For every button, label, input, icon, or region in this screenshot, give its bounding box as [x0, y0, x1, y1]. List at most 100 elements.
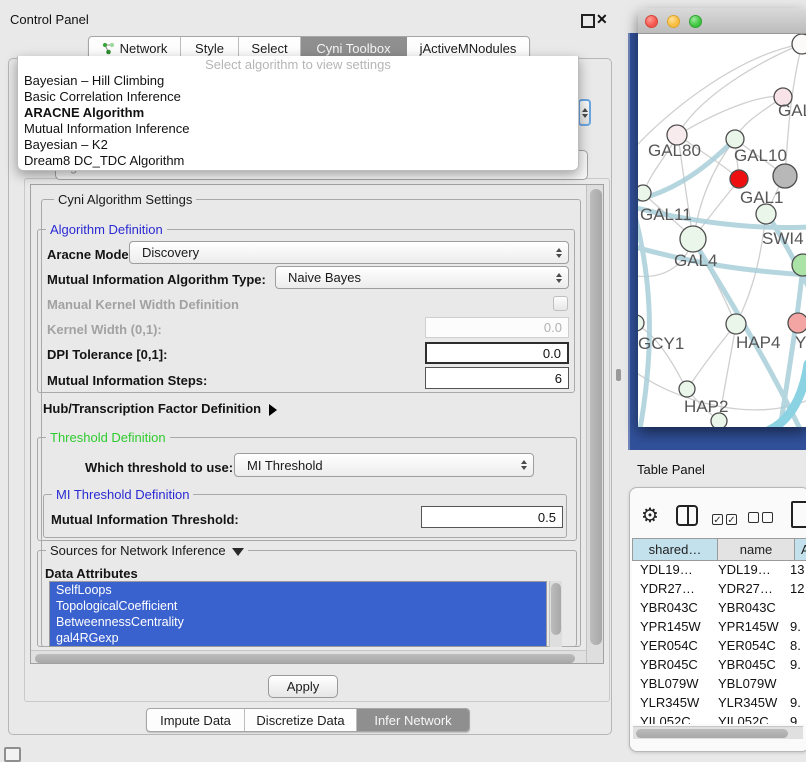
node-gal4[interactable]	[680, 226, 706, 252]
apply-button[interactable]: Apply	[268, 675, 338, 698]
svg-text:GAL: GAL	[778, 101, 806, 120]
horizontal-scrollbar[interactable]	[31, 650, 586, 664]
svg-text:GCY1: GCY1	[638, 334, 684, 353]
mi-threshold-field[interactable]	[421, 506, 563, 528]
kernel-width-label: Kernel Width (0,1):	[47, 322, 162, 337]
group-title: MI Threshold Definition	[52, 487, 193, 502]
dropdown-item[interactable]: Bayesian – K2	[18, 137, 578, 153]
zoom-traffic-light[interactable]	[689, 15, 702, 28]
table-scrollbar-thumb[interactable]	[636, 729, 788, 738]
tab-discretize-data[interactable]: Discretize Data	[245, 709, 357, 731]
column-header-shared-name[interactable]: shared…	[632, 538, 718, 561]
table-body: YDL19…YDL19…13 YDR27…YDR27…12 YBR043CYBR…	[632, 561, 806, 724]
mi-type-label: Mutual Information Algorithm Type:	[47, 272, 266, 287]
group-title: Algorithm Definition	[46, 222, 167, 237]
combo-stepper-icon	[556, 273, 562, 283]
node-gal11[interactable]	[638, 185, 651, 201]
close-panel-icon[interactable]: ✕	[596, 12, 608, 26]
network-graph: GAL GAL80 GAL10 GAL1 GAL11 SWI4 GAL4 GCY…	[638, 34, 806, 427]
network-window-titlebar[interactable]	[638, 8, 806, 34]
aracne-mode-combobox[interactable]: Discovery	[129, 241, 569, 264]
mi-steps-label: Mutual Information Steps:	[47, 373, 207, 388]
node-salmon[interactable]	[788, 313, 806, 333]
mi-steps-field[interactable]	[425, 367, 569, 389]
network-window: GAL GAL80 GAL10 GAL1 GAL11 SWI4 GAL4 GCY…	[638, 8, 806, 427]
list-scrollbar[interactable]	[549, 581, 562, 647]
table-row[interactable]: YDL19…YDL19…13	[632, 561, 806, 580]
table-row[interactable]: YBR043CYBR043C	[632, 599, 806, 618]
node-swi4[interactable]	[756, 204, 776, 224]
stepper-down-icon	[582, 114, 588, 118]
dpi-tolerance-field[interactable]	[425, 342, 569, 364]
collapsed-panel-button[interactable]	[4, 747, 21, 762]
kernel-width-field[interactable]	[425, 317, 569, 338]
aracne-mode-label: Aracne Mode:	[47, 247, 133, 262]
combo-stepper-icon	[556, 248, 562, 258]
table-row[interactable]: YDR27…YDR27…12	[632, 580, 806, 599]
table-row[interactable]: YPR145WYPR145W9.	[632, 618, 806, 637]
control-panel-title: Control Panel	[10, 12, 89, 27]
node[interactable]	[792, 34, 806, 54]
node-gal1-red[interactable]	[730, 170, 748, 188]
data-attributes-label: Data Attributes	[45, 566, 138, 581]
node-hap4[interactable]	[726, 314, 746, 334]
table-row[interactable]: YLR345WYLR345W9.	[632, 694, 806, 713]
dropdown-item-selected[interactable]: ARACNE Algorithm	[18, 105, 578, 121]
table-row[interactable]: YBR045CYBR045C9.	[632, 656, 806, 675]
algorithm-combobox-stepper[interactable]	[578, 99, 591, 126]
table-panel-title: Table Panel	[637, 462, 705, 477]
tab-impute-data[interactable]: Impute Data	[147, 709, 245, 731]
manual-kernel-label: Manual Kernel Width Definition	[47, 297, 239, 312]
screen: Control Panel ✕ Network Style Select Cyn…	[0, 0, 806, 762]
dropdown-placeholder: Select algorithm to view settings	[18, 56, 578, 73]
svg-text:HAP2: HAP2	[684, 397, 728, 416]
gear-icon[interactable]: ⚙	[641, 503, 659, 528]
dropdown-item[interactable]: Basic Correlation Inference	[18, 89, 578, 105]
sources-toggle[interactable]: Sources for Network Inference	[46, 543, 248, 558]
settings-scrollpane: Cyni Algorithm Settings Algorithm Defini…	[30, 184, 604, 664]
horizontal-scrollbar-thumb[interactable]	[35, 654, 575, 663]
list-item[interactable]: gal4RGexp	[50, 630, 546, 646]
tab-infer-network[interactable]: Infer Network	[357, 709, 469, 731]
export-table-icon[interactable]	[791, 501, 806, 528]
svg-text:GAL11: GAL11	[640, 205, 692, 224]
list-item[interactable]: BetweennessCentrality	[50, 614, 546, 630]
dropdown-item[interactable]: Dream8 DC_TDC Algorithm	[18, 153, 578, 169]
svg-text:HAP4: HAP4	[736, 333, 780, 352]
dropdown-item[interactable]: Bayesian – Hill Climbing	[18, 73, 578, 89]
table-row[interactable]: YER054CYER054C8.	[632, 637, 806, 656]
column-header-partial[interactable]: A	[794, 538, 806, 561]
svg-text:GAL80: GAL80	[648, 141, 701, 160]
deselect-all-checkboxes-icon[interactable]	[748, 510, 776, 528]
mi-threshold-label: Mutual Information Threshold:	[51, 512, 239, 527]
mi-type-combobox[interactable]: Naive Bayes	[275, 266, 569, 289]
float-window-icon[interactable]	[581, 14, 595, 28]
vertical-scrollbar-thumb[interactable]	[590, 189, 602, 645]
collapse-down-icon	[232, 548, 244, 556]
vertical-scrollbar[interactable]	[586, 185, 604, 664]
close-traffic-light[interactable]	[645, 15, 658, 28]
column-layout-icon[interactable]	[676, 505, 698, 526]
group-title: Cyni Algorithm Settings	[54, 192, 196, 207]
list-item[interactable]: SelfLoops	[50, 582, 546, 598]
table-row[interactable]: YBL079WYBL079W	[632, 675, 806, 694]
node-hap2[interactable]	[679, 381, 695, 397]
minimize-traffic-light[interactable]	[667, 15, 680, 28]
manual-kernel-checkbox[interactable]	[553, 296, 568, 311]
list-item[interactable]: TopologicalCoefficient	[50, 598, 546, 614]
network-canvas[interactable]: GAL GAL80 GAL10 GAL1 GAL11 SWI4 GAL4 GCY…	[638, 34, 806, 427]
hub-section-toggle[interactable]: Hub/Transcription Factor Definition	[43, 401, 277, 416]
expand-right-icon	[269, 404, 277, 416]
which-threshold-combobox[interactable]: MI Threshold	[234, 453, 534, 477]
select-all-checkboxes-icon[interactable]: ✓✓	[712, 510, 740, 528]
panel-splitter-handle[interactable]	[616, 369, 621, 381]
algorithm-dropdown-popup: Select algorithm to view settings Bayesi…	[17, 56, 579, 171]
node-gray[interactable]	[773, 164, 797, 188]
dropdown-item[interactable]: Mutual Information Inference	[18, 121, 578, 137]
table-row[interactable]: YIL052CYIL052C9.	[632, 713, 806, 724]
group-title: Threshold Definition	[46, 430, 170, 445]
table-horizontal-scrollbar[interactable]	[633, 726, 803, 739]
column-header-name[interactable]: name	[717, 538, 795, 561]
data-attributes-list: SelfLoops TopologicalCoefficient Between…	[49, 581, 547, 647]
which-threshold-label: Which threshold to use:	[85, 460, 233, 475]
